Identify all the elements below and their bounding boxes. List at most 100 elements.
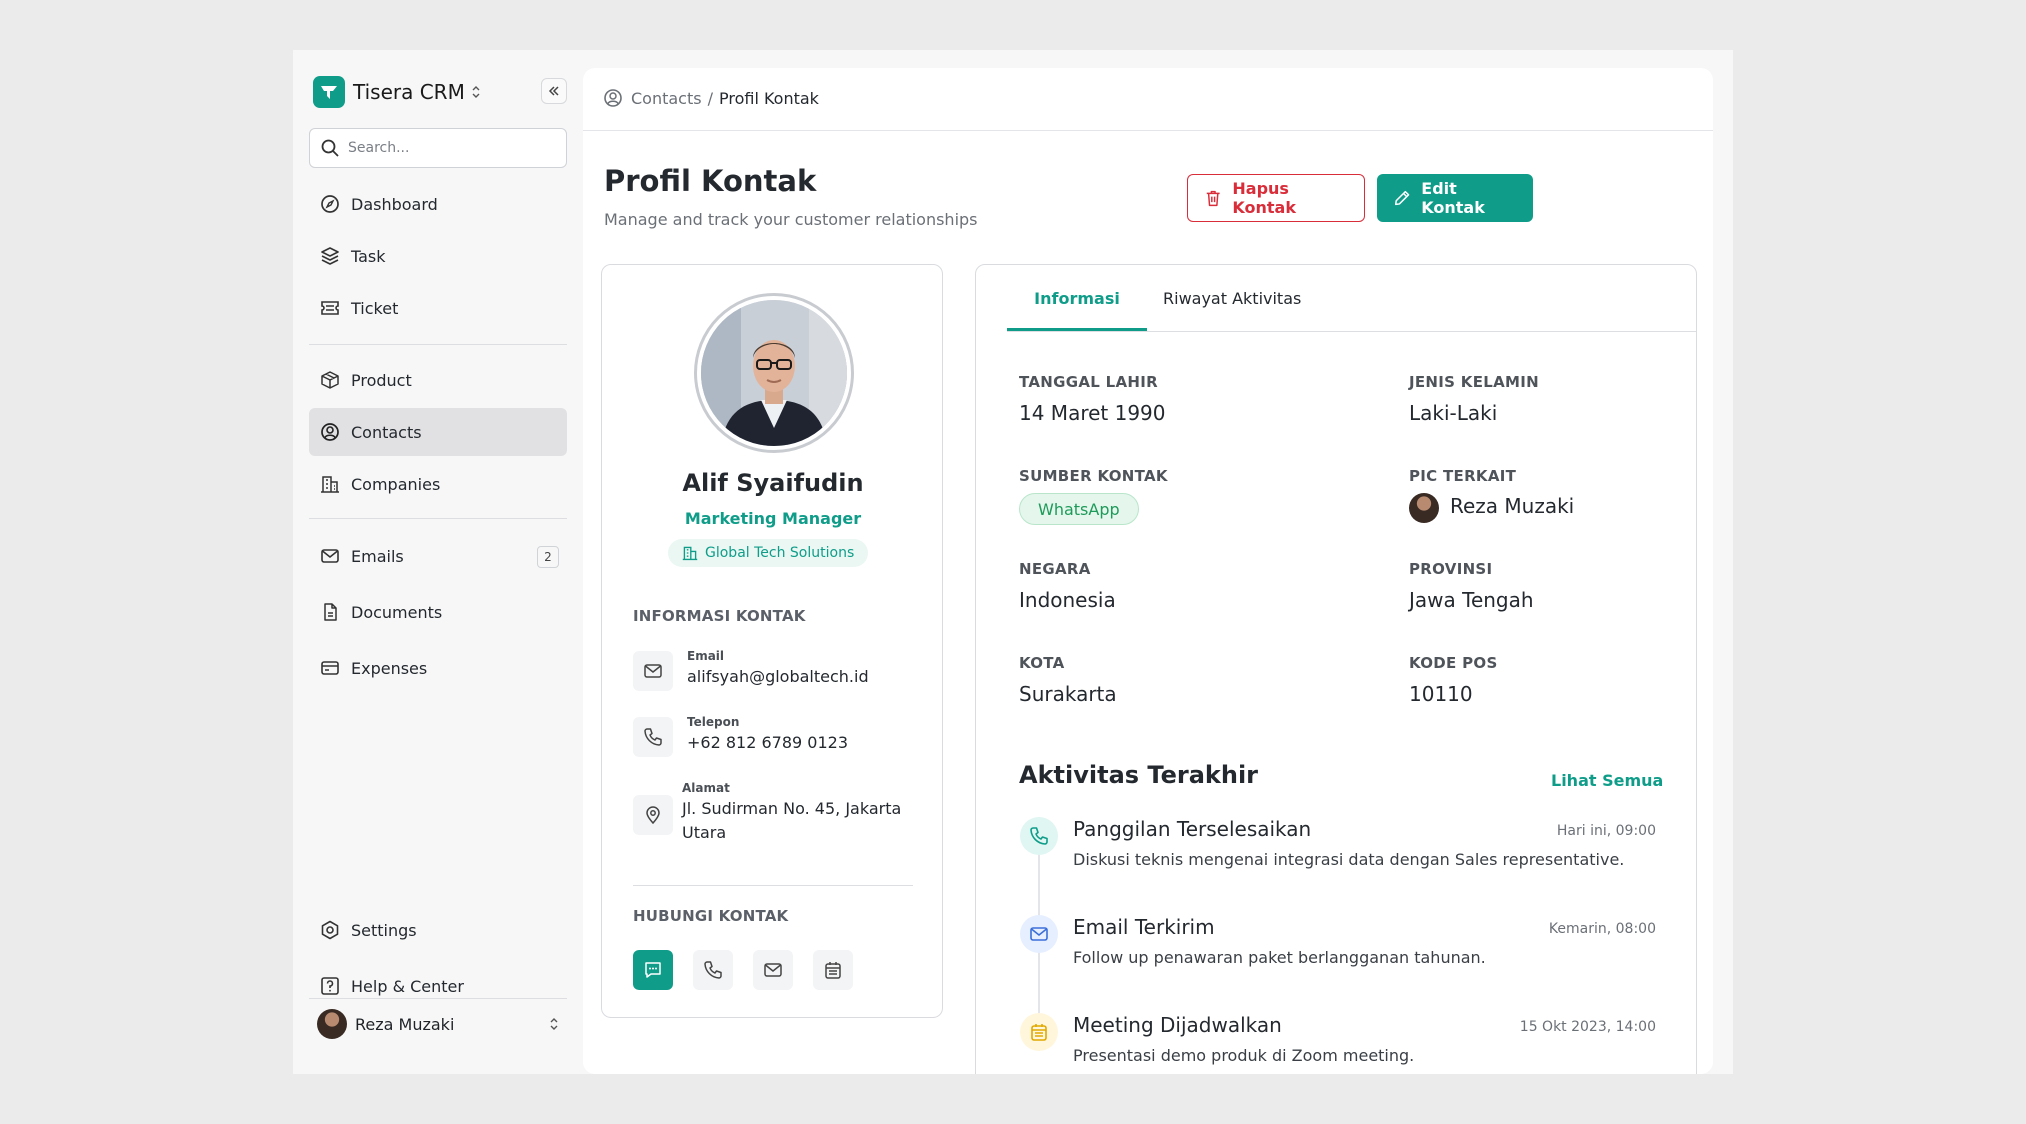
city-label: KOTA [1019, 654, 1065, 672]
search-icon [321, 139, 339, 157]
timeline-connector [1038, 853, 1040, 923]
sidebar-item-label: Contacts [351, 422, 422, 442]
address-row: Alamat Jl. Sudirman No. 45, Jakarta Utar… [633, 781, 923, 851]
province-label: PROVINSI [1409, 560, 1493, 578]
layers-icon [319, 245, 341, 267]
sidebar-item-ticket[interactable]: Ticket [309, 284, 567, 332]
header-divider [583, 130, 1713, 131]
sidebar-item-product[interactable]: Product [309, 356, 567, 404]
chevron-updown-icon [549, 1016, 559, 1035]
sidebar-item-settings[interactable]: Settings [309, 906, 567, 954]
edit-contact-label: Edit Kontak [1421, 179, 1485, 217]
activity-title: Meeting Dijadwalkan [1073, 1013, 1282, 1037]
sidebar-item-label: Emails [351, 546, 404, 566]
avatar [1409, 493, 1439, 523]
search-box [309, 128, 567, 168]
tab-riwayat-aktivitas[interactable]: Riwayat Aktivitas [1163, 265, 1301, 331]
contact-name: Alif Syaifudin [682, 469, 864, 497]
user-circle-icon [319, 421, 341, 443]
email-value[interactable]: alifsyah@globaltech.id [687, 665, 869, 689]
delete-contact-label: Hapus Kontak [1232, 179, 1296, 217]
sidebar-divider [309, 344, 567, 345]
reach-contact-heading: HUBUNGI KONTAK [633, 907, 789, 925]
gender-value: Laki-Laki [1409, 401, 1498, 425]
country-value: Indonesia [1019, 588, 1116, 612]
activity-description: Presentasi demo produk di Zoom meeting. [1073, 1046, 1415, 1065]
settings-icon [319, 919, 341, 941]
delete-contact-button[interactable]: Hapus Kontak [1187, 174, 1365, 222]
zip-label: KODE POS [1409, 654, 1498, 672]
phone-icon [1020, 817, 1058, 855]
user-menu[interactable]: Reza Muzaki [309, 1002, 567, 1046]
mail-icon [764, 963, 782, 977]
chat-icon [645, 962, 661, 978]
timeline-connector [1038, 951, 1040, 1021]
email-row: Email alifsyah@globaltech.id [633, 649, 923, 693]
country-label: NEGARA [1019, 560, 1091, 578]
sidebar-item-documents[interactable]: Documents [309, 588, 567, 636]
sidebar-item-label: Settings [351, 920, 417, 940]
sidebar-item-emails[interactable]: Emails 2 [309, 532, 567, 580]
phone-icon [704, 961, 722, 979]
activity-title: Email Terkirim [1073, 915, 1215, 939]
card-divider [633, 885, 913, 886]
collapse-sidebar-button[interactable] [541, 78, 567, 104]
mail-icon [319, 545, 341, 567]
pic-label: PIC TERKAIT [1409, 467, 1517, 485]
company-name: Global Tech Solutions [705, 545, 855, 561]
building-icon [682, 546, 698, 561]
sidebar-item-label: Expenses [351, 658, 428, 678]
brand-switcher[interactable]: Tisera CRM [313, 76, 481, 108]
schedule-button[interactable] [813, 950, 853, 990]
sidebar-item-expenses[interactable]: Expenses [309, 644, 567, 692]
activity-time: 15 Okt 2023, 14:00 [1519, 1019, 1656, 1035]
tabs-divider [1007, 331, 1696, 332]
calendar-icon [1020, 1013, 1058, 1051]
page-title: Profil Kontak [604, 164, 817, 198]
sidebar-item-label: Dashboard [351, 194, 438, 214]
pic-value[interactable]: Reza Muzaki [1450, 494, 1574, 518]
breadcrumb: Contacts / Profil Kontak [603, 88, 819, 108]
phone-label: Telepon [687, 715, 740, 729]
sidebar-item-companies[interactable]: Companies [309, 460, 567, 508]
address-line-2: Utara [682, 823, 727, 842]
mail-icon [633, 651, 673, 691]
source-label: SUMBER KONTAK [1019, 467, 1168, 485]
send-email-button[interactable] [753, 950, 793, 990]
address-label: Alamat [682, 781, 730, 795]
breadcrumb-parent[interactable]: Contacts [631, 89, 702, 108]
card-icon [319, 657, 341, 679]
pencil-icon [1395, 190, 1410, 206]
birth-date-label: TANGGAL LAHIR [1019, 373, 1158, 391]
help-icon [319, 975, 341, 997]
logo-icon [313, 76, 345, 108]
tab-informasi[interactable]: Informasi [1007, 265, 1147, 331]
sidebar-item-task[interactable]: Task [309, 232, 567, 280]
sidebar-item-contacts[interactable]: Contacts [309, 408, 567, 456]
sidebar-divider [309, 998, 567, 999]
message-button[interactable] [633, 950, 673, 990]
activity-time: Kemarin, 08:00 [1548, 921, 1656, 937]
address-line-1: Jl. Sudirman No. 45, Jakarta [682, 799, 902, 818]
sidebar-item-label: Ticket [351, 298, 399, 318]
sidebar-divider [309, 518, 567, 519]
sidebar-item-label: Help & Center [351, 976, 464, 996]
gender-label: JENIS KELAMIN [1409, 373, 1539, 391]
document-icon [319, 601, 341, 623]
profile-photo-image [701, 300, 847, 446]
search-input[interactable] [348, 140, 558, 156]
user-name: Reza Muzaki [355, 1014, 455, 1034]
call-button[interactable] [693, 950, 733, 990]
see-all-link[interactable]: Lihat Semua [1551, 771, 1663, 790]
company-badge[interactable]: Global Tech Solutions [668, 539, 869, 567]
sidebar-item-dashboard[interactable]: Dashboard [309, 180, 567, 228]
sidebar-item-label: Companies [351, 474, 441, 494]
edit-contact-button[interactable]: Edit Kontak [1377, 174, 1533, 222]
phone-value[interactable]: +62 812 6789 0123 [687, 731, 848, 755]
dashboard-icon [319, 193, 341, 215]
breadcrumb-separator: / [707, 88, 713, 108]
calendar-icon [825, 962, 841, 979]
email-label: Email [687, 649, 725, 663]
ticket-icon [319, 297, 341, 319]
sidebar: Tisera CRM Dashboard Task Ticket Prod [293, 50, 583, 1074]
